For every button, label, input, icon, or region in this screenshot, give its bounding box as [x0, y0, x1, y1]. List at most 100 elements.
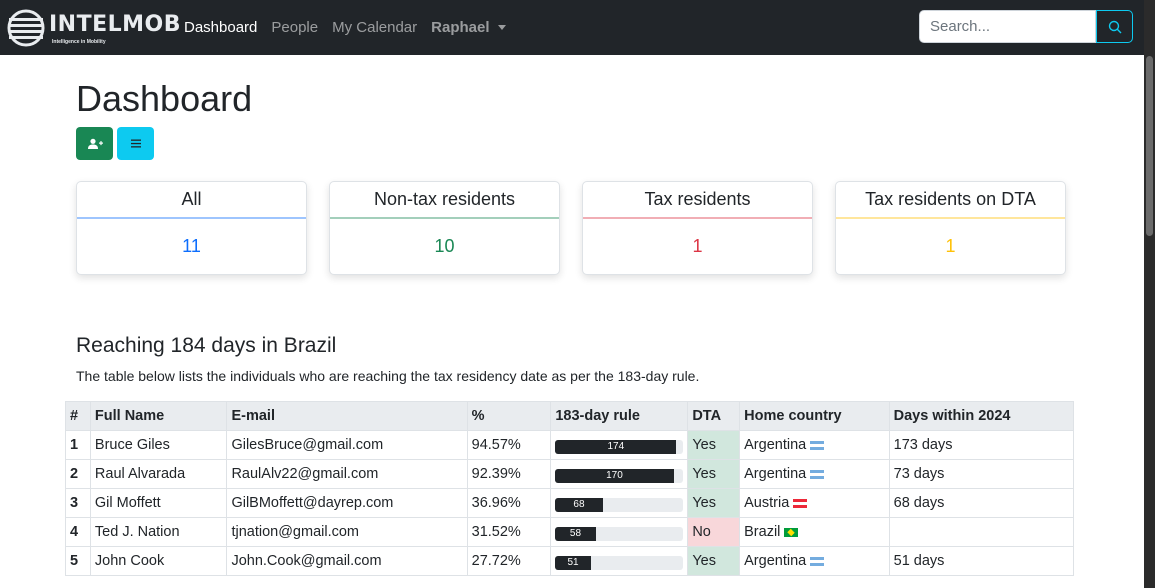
search-input[interactable]: [919, 10, 1096, 43]
table-row[interactable]: 5 John Cook John.Cook@gmail.com 27.72% 51 Yes…: [65, 546, 1075, 576]
country-name: Brazil: [744, 524, 781, 540]
progress-bar-fill: 58: [555, 526, 596, 541]
ar-flag-icon: [810, 440, 825, 450]
country-name: Argentina: [744, 466, 807, 482]
percent: 27.72%: [466, 546, 552, 576]
search-form: [919, 10, 1133, 43]
percent: 94.57%: [466, 430, 552, 460]
days-within-year: 68 days: [888, 488, 1075, 518]
col-header-dta[interactable]: DTA: [687, 401, 741, 431]
col-header-days-within-2024[interactable]: Days within 2024: [888, 401, 1075, 431]
full-name[interactable]: Ted J. Nation: [89, 517, 228, 547]
full-name[interactable]: Bruce Giles: [89, 430, 228, 460]
full-name[interactable]: Gil Moffett: [89, 488, 228, 518]
country-name: Argentina: [744, 553, 807, 569]
scrollbar-thumb[interactable]: [1146, 56, 1153, 236]
home-country: Brazil: [739, 517, 890, 547]
card-title: Tax residents: [583, 182, 812, 219]
at-flag-icon: [793, 498, 808, 508]
progress-bar-fill: 174: [555, 439, 677, 454]
nav-link-my-calendar[interactable]: My Calendar: [332, 19, 417, 36]
country-name: Argentina: [744, 437, 807, 453]
home-country: Argentina: [739, 546, 890, 576]
rule-progress-cell: 170: [550, 459, 689, 489]
user-menu-dropdown[interactable]: Raphael: [431, 19, 506, 36]
summary-card[interactable]: Tax residents 1: [582, 181, 813, 275]
col-header-home-country[interactable]: Home country: [739, 401, 890, 431]
row-number: 4: [65, 517, 91, 547]
full-name[interactable]: John Cook: [89, 546, 228, 576]
nav-link-dashboard[interactable]: Dashboard: [184, 19, 257, 36]
card-title: All: [77, 182, 306, 219]
days-within-year: 173 days: [888, 430, 1075, 460]
nav-links: Dashboard People My Calendar Raphael: [184, 19, 506, 36]
home-country: Argentina: [739, 430, 890, 460]
br-flag-icon: [784, 527, 799, 537]
col-header-183-day-rule[interactable]: 183-day rule: [550, 401, 689, 431]
country-name: Austria: [744, 495, 790, 511]
card-count: 1: [945, 236, 956, 256]
home-country: Austria: [739, 488, 890, 518]
row-number: 3: [65, 488, 91, 518]
col-header-percent[interactable]: %: [466, 401, 552, 431]
summary-card[interactable]: All 11: [76, 181, 307, 275]
add-user-icon: [87, 138, 103, 149]
progress-bar-fill: 68: [555, 497, 603, 512]
list-icon: [130, 139, 141, 148]
days-within-year: [888, 517, 1075, 547]
card-title: Non-tax residents: [330, 182, 559, 219]
ar-flag-icon: [810, 556, 825, 566]
table-row[interactable]: 1 Bruce Giles GilesBruce@gmail.com 94.57% 17…: [65, 430, 1075, 460]
summary-card[interactable]: Tax residents on DTA 1: [835, 181, 1066, 275]
table-row[interactable]: 2 Raul Alvarada RaulAlv22@gmail.com 92.39% 1…: [65, 459, 1075, 489]
list-view-button[interactable]: [117, 127, 154, 160]
brand-tagline: Intelligence in Mobility: [52, 38, 106, 45]
user-name: Raphael: [431, 19, 490, 36]
page-scrollbar[interactable]: [1144, 0, 1155, 588]
rule-progress-cell: 58: [550, 517, 689, 547]
home-country: Argentina: [739, 459, 890, 489]
dta-status: Yes: [687, 459, 741, 489]
col-header-number[interactable]: #: [65, 401, 91, 431]
email: tjnation@gmail.com: [226, 517, 468, 547]
card-count: 1: [692, 236, 703, 256]
row-number: 1: [65, 430, 91, 460]
navbar: INTELMOB Intelligence in Mobility Dashbo…: [0, 0, 1144, 55]
days-within-year: 51 days: [888, 546, 1075, 576]
section-description: The table below lists the individuals wh…: [76, 368, 700, 384]
nav-link-people[interactable]: People: [271, 19, 318, 36]
dta-status: No: [687, 517, 741, 547]
email: John.Cook@gmail.com: [226, 546, 468, 576]
progress-bar: 58: [555, 526, 684, 541]
brand-name: INTELMOB: [49, 11, 182, 37]
days-within-year: 73 days: [888, 459, 1075, 489]
progress-bar: 68: [555, 497, 684, 512]
full-name[interactable]: Raul Alvarada: [89, 459, 228, 489]
table-row[interactable]: 4 Ted J. Nation tjnation@gmail.com 31.52% 58…: [65, 517, 1075, 547]
table-row[interactable]: 3 Gil Moffett GilBMoffett@dayrep.com 36.96%…: [65, 488, 1075, 518]
section-title: Reaching 184 days in Brazil: [76, 334, 337, 357]
email: GilBMoffett@dayrep.com: [226, 488, 468, 518]
add-person-button[interactable]: [76, 127, 113, 160]
summary-card[interactable]: Non-tax residents 10: [329, 181, 560, 275]
row-number: 5: [65, 546, 91, 576]
percent: 36.96%: [466, 488, 552, 518]
chevron-down-icon: [497, 25, 506, 30]
table-header-row: # Full Name E-mail % 183-day rule DTA Ho…: [65, 401, 1075, 431]
ar-flag-icon: [810, 469, 825, 479]
rule-progress-cell: 51: [550, 546, 689, 576]
progress-bar: 170: [555, 468, 684, 483]
rule-progress-cell: 174: [550, 430, 689, 460]
row-number: 2: [65, 459, 91, 489]
search-button[interactable]: [1096, 10, 1133, 43]
email: GilesBruce@gmail.com: [226, 430, 468, 460]
rule-progress-cell: 68: [550, 488, 689, 518]
residency-table: # Full Name E-mail % 183-day rule DTA Ho…: [65, 401, 1075, 576]
brand-logo-link[interactable]: INTELMOB Intelligence in Mobility: [6, 8, 181, 48]
email: RaulAlv22@gmail.com: [226, 459, 468, 489]
col-header-email[interactable]: E-mail: [226, 401, 468, 431]
dta-status: Yes: [687, 488, 741, 518]
col-header-full-name[interactable]: Full Name: [89, 401, 228, 431]
card-count: 11: [182, 236, 201, 256]
globe-logo-icon: [7, 9, 45, 46]
